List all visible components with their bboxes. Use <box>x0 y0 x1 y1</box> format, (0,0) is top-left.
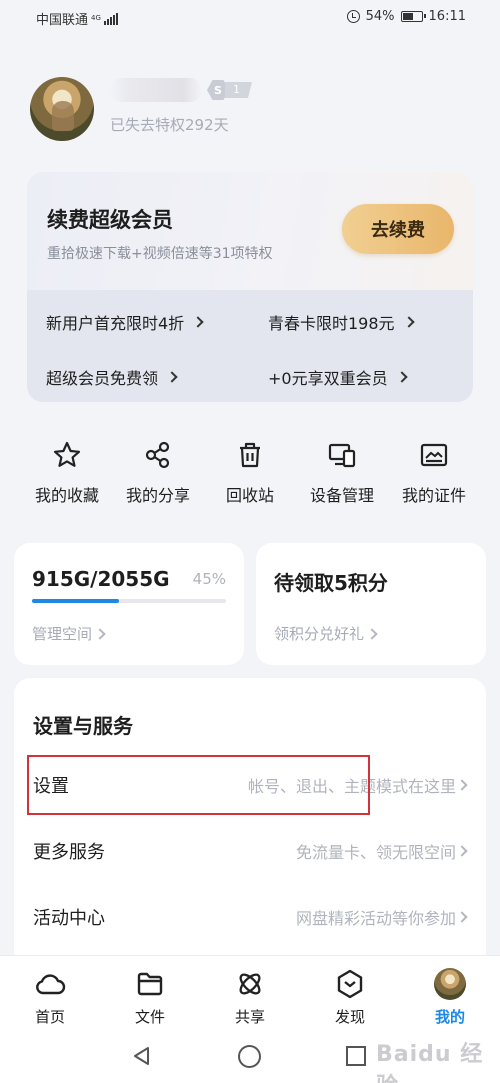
quick-label: 我的收藏 <box>34 486 99 505</box>
vip-level-badge[interactable]: S 1 <box>207 80 252 100</box>
status-right: 54% 16:11 <box>346 9 466 24</box>
profile-avatar[interactable] <box>30 77 94 141</box>
share-icon <box>145 441 170 469</box>
points-redeem-label: 领积分兑好礼 <box>274 625 365 643</box>
quick-device-manage[interactable]: 设备管理 <box>292 440 392 506</box>
avatar <box>434 968 466 1000</box>
quick-label: 回收站 <box>225 486 274 505</box>
annotation-highlight-box <box>27 755 370 815</box>
home-icon[interactable] <box>238 1045 261 1068</box>
renew-title: 续费超级会员 <box>47 208 173 232</box>
tab-mine[interactable]: 我的 <box>415 968 485 1027</box>
quick-favorites[interactable]: 我的收藏 <box>17 440 117 506</box>
devices-icon <box>328 443 356 468</box>
quick-shares[interactable]: 我的分享 <box>108 440 208 506</box>
quick-label: 我的分享 <box>125 486 190 505</box>
compass-hex-icon <box>337 969 363 999</box>
network-type: 4G <box>91 14 101 22</box>
promo-free-vip[interactable]: 超级会员免费领 <box>46 365 178 389</box>
tab-label: 发现 <box>334 1008 365 1026</box>
promo-label: 青春卡限时198元 <box>268 314 395 333</box>
more-services-desc: 免流量卡、领无限空间 <box>295 843 456 862</box>
promo-new-user[interactable]: 新用户首充限时4折 <box>46 310 204 334</box>
tab-home[interactable]: 首页 <box>15 968 85 1027</box>
tab-label: 共享 <box>234 1008 265 1026</box>
recent-apps-icon[interactable] <box>346 1046 366 1066</box>
status-left: 中国联通 4G <box>36 9 118 28</box>
storage-percent: 45% <box>192 570 226 588</box>
username-redacted[interactable] <box>110 78 202 102</box>
promo-area: 新用户首充限时4折 青春卡限时198元 超级会员免费领 +0元享双重会员 <box>27 290 473 402</box>
battery-percent: 54% <box>365 9 395 24</box>
atom-icon <box>239 973 261 995</box>
tab-label: 我的 <box>434 1008 465 1026</box>
promo-label: +0元享双重会员 <box>268 369 388 388</box>
tab-files[interactable]: 文件 <box>115 968 185 1027</box>
alarm-icon <box>346 10 360 23</box>
quick-my-ids[interactable]: 我的证件 <box>384 440 484 506</box>
id-card-icon <box>420 443 448 467</box>
trash-icon <box>240 442 260 468</box>
tab-label: 文件 <box>134 1008 165 1026</box>
chevron-right-icon <box>395 371 408 383</box>
storage-usage: 915G/2055G <box>32 567 170 591</box>
chevron-right-icon <box>192 316 204 328</box>
privilege-lost-text: 已失去特权292天 <box>110 116 229 134</box>
storage-card[interactable]: 915G/2055G 45% 管理空间 <box>14 543 244 665</box>
manage-space-link[interactable]: 管理空间 <box>32 623 106 644</box>
storage-progress-bar <box>32 599 226 603</box>
chevron-right-icon <box>456 845 468 857</box>
promo-youth-card[interactable]: 青春卡限时198元 <box>268 310 415 334</box>
renew-button[interactable]: 去续费 <box>342 204 454 254</box>
tab-discover[interactable]: 发现 <box>315 968 385 1027</box>
points-title: 待领取5积分 <box>274 571 388 595</box>
watermark-logo: Baidu 经验 <box>376 1042 484 1083</box>
renew-subtitle: 重拾极速下载+视频倍速等31项特权 <box>47 246 273 262</box>
tab-share[interactable]: 共享 <box>215 968 285 1027</box>
chevron-right-icon <box>456 911 468 923</box>
battery-icon <box>400 11 426 22</box>
carrier-name: 中国联通 <box>36 13 89 28</box>
points-redeem-link[interactable]: 领积分兑好礼 <box>274 623 378 644</box>
manage-space-label: 管理空间 <box>32 625 93 643</box>
chevron-right-icon <box>366 627 378 640</box>
more-services-row[interactable]: 更多服务 免流量卡、领无限空间 <box>15 818 486 884</box>
signal-icon <box>103 12 118 25</box>
chevron-right-icon <box>94 627 106 640</box>
cloud-icon <box>36 974 66 995</box>
storage-progress-fill <box>32 599 120 603</box>
status-bar: 中国联通 4G 54% 16:11 <box>0 0 500 36</box>
tab-label: 首页 <box>34 1008 65 1026</box>
settings-services-title: 设置与服务 <box>33 714 133 738</box>
activity-center-label: 活动中心 <box>33 908 105 929</box>
back-icon[interactable] <box>132 1046 152 1066</box>
quick-label: 设备管理 <box>309 486 374 505</box>
chevron-right-icon <box>456 779 468 791</box>
chevron-right-icon <box>166 371 178 383</box>
star-icon <box>53 441 81 467</box>
activity-center-row[interactable]: 活动中心 网盘精彩活动等你参加 <box>15 884 486 950</box>
quick-label: 我的证件 <box>401 486 466 505</box>
renew-vip-card: 续费超级会员 重拾极速下载+视频倍速等31项特权 去续费 新用户首充限时4折 青… <box>27 172 473 402</box>
more-services-label: 更多服务 <box>33 842 105 863</box>
promo-label: 超级会员免费领 <box>46 369 159 388</box>
folder-icon <box>137 972 163 996</box>
promo-double-vip[interactable]: +0元享双重会员 <box>268 365 408 389</box>
activity-center-desc: 网盘精彩活动等你参加 <box>295 909 456 928</box>
promo-label: 新用户首充限时4折 <box>46 314 185 333</box>
vip-level-number: 1 <box>225 82 252 98</box>
points-card[interactable]: 待领取5积分 领积分兑好礼 <box>256 543 486 665</box>
quick-recycle-bin[interactable]: 回收站 <box>200 440 300 506</box>
clock: 16:11 <box>428 9 466 24</box>
bottom-tab-bar: 首页 文件 共享 发现 我的 <box>0 955 500 1031</box>
chevron-right-icon <box>402 316 415 328</box>
